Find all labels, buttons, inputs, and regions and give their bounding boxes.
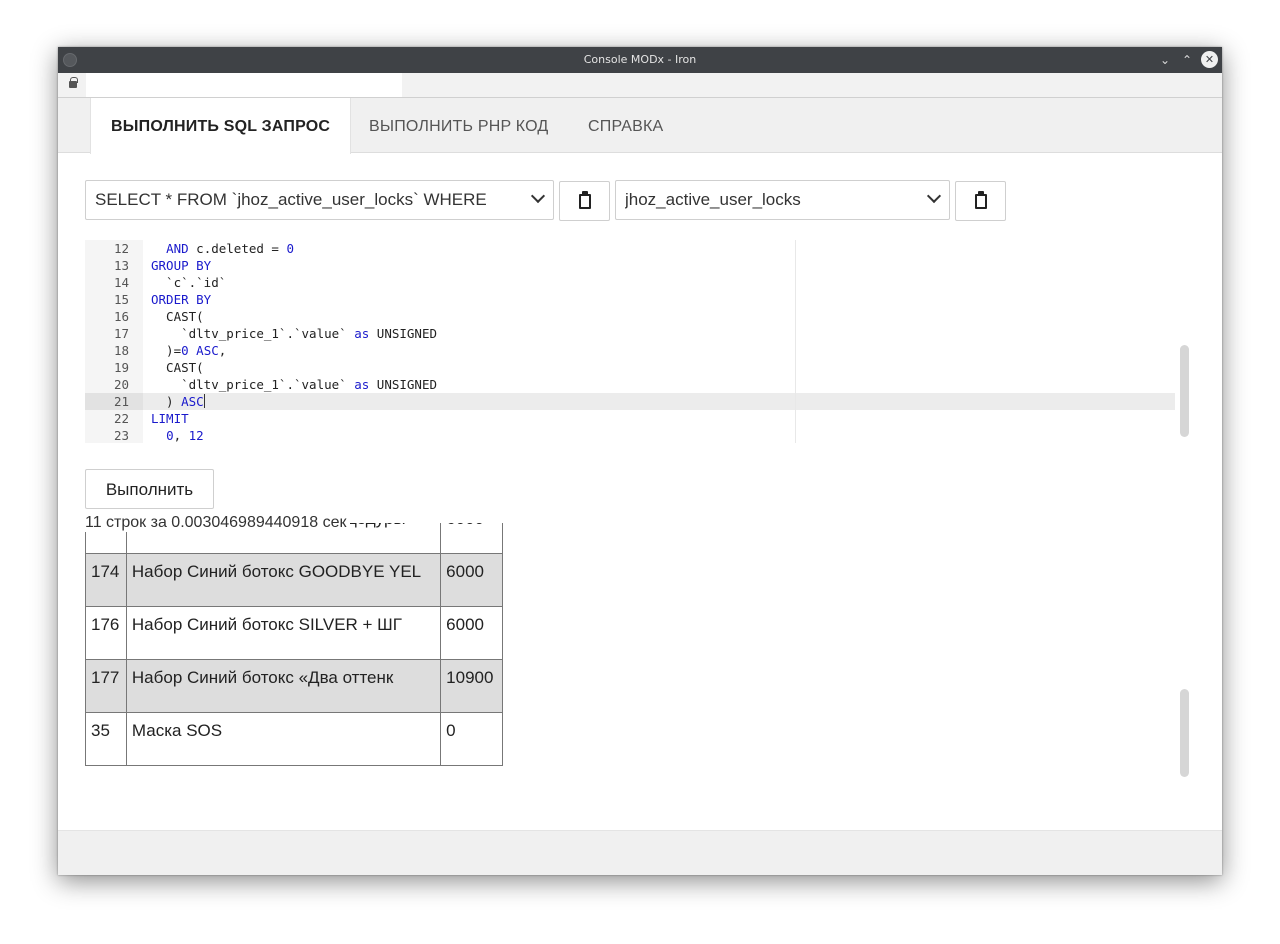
line-number: 19 [113,360,129,375]
chevron-down-icon [926,188,942,204]
code-line[interactable]: 17 `dltv_price_1`.`value` as UNSIGNED [85,325,1175,342]
cell-name: Набор Синий ботокс GOODBYE YEL [125,553,442,607]
query-history-select[interactable]: SELECT * FROM `jhoz_active_user_locks` W… [85,180,554,220]
code-text: ) ASC [151,394,205,409]
table-row: 174 Набор Синий ботокс GOODBYE YEL 6000 [85,553,503,607]
code-text: 0, 12 [166,428,204,443]
cell-id: 177 [85,659,127,713]
code-text: `dltv_price_1`.`value` as UNSIGNED [151,377,437,392]
code-text: ORDER BY [151,292,212,307]
code-line[interactable]: 18 )=0 ASC, [85,342,1175,359]
code-line[interactable]: 13 GROUP BY [85,257,1175,274]
cell-name: Набор Синий ботокс SILVER + ШГ [125,606,442,660]
execute-button[interactable]: Выполнить [85,469,214,509]
url-field[interactable] [86,73,402,97]
sql-code-editor[interactable]: 12 AND c.deleted = 0 13 GROUP BY 14 `c`.`id… [85,240,1175,443]
cell-name: Маска SOS [125,712,442,766]
maximize-icon[interactable]: ⌃ [1178,51,1196,69]
cell-price: 6000 [440,523,503,554]
code-line[interactable]: 14 `c`.`id` [85,274,1175,291]
line-number: 12 [113,241,129,256]
title-bar: Console MODx - Iron ⌄ ⌃ ✕ [58,47,1222,73]
code-text: )=0 ASC, [151,343,227,358]
table-row: 177 Набор Синий ботокс «Два оттенк 10900 [85,659,503,713]
tab-sql-query[interactable]: ВЫПОЛНИТЬ SQL ЗАПРОС [90,98,352,154]
results-table: 126Набор для проведения процедуры6000174… [85,523,503,766]
table-select-value: jhoz_active_user_locks [625,190,801,209]
clipboard-icon [975,191,987,209]
close-icon[interactable]: ✕ [1201,51,1218,68]
copy-table-button[interactable] [955,181,1006,221]
line-number: 17 [113,326,129,341]
code-text: GROUP BY [151,258,212,273]
line-number: 18 [113,343,129,358]
minimize-icon[interactable]: ⌄ [1156,51,1174,69]
page-scrollbar[interactable] [1180,689,1189,777]
footer [58,830,1222,875]
code-line[interactable]: 19 CAST( [85,359,1175,376]
code-line[interactable]: 20 `dltv_price_1`.`value` as UNSIGNED [85,376,1175,393]
code-line[interactable]: 15 ORDER BY [85,291,1175,308]
code-line[interactable]: 16 CAST( [85,308,1175,325]
code-line[interactable]: 21 ) ASC [85,393,1175,410]
line-number: 20 [113,377,129,392]
results-table-container: 126Набор для проведения процедуры6000174… [85,523,503,782]
lock-icon [69,77,78,88]
query-history-value: SELECT * FROM `jhoz_active_user_locks` W… [95,190,487,209]
line-number: 15 [113,292,129,307]
text-cursor [203,394,205,408]
query-status-text: 11 строк за 0.003046989440918 сек [85,514,351,532]
table-row: 35 Маска SOS 0 [85,712,503,766]
tab-help[interactable]: СПРАВКА [568,98,683,153]
tab-bar: ВЫПОЛНИТЬ SQL ЗАПРОС ВЫПОЛНИТЬ PHP КОД С… [58,98,1222,154]
table-row: 176 Набор Синий ботокс SILVER + ШГ 6000 [85,606,503,660]
line-number: 23 [113,428,129,443]
editor-scrollbar[interactable] [1180,345,1189,437]
code-text: CAST( [151,360,204,375]
window-title: Console MODx - Iron [583,53,697,66]
line-number: 21 [85,393,143,410]
code-line[interactable]: 23 0, 12 [85,427,1175,444]
clipboard-icon [579,191,591,209]
browser-window: Console MODx - Iron ⌄ ⌃ ✕ ВЫПОЛНИТЬ SQL … [58,47,1222,875]
cell-id: 174 [85,553,127,607]
editor-margin-ruler [795,240,796,443]
cell-name: Набор Синий ботокс «Два оттенк [125,659,442,713]
code-text: `dltv_price_1`.`value` as UNSIGNED [151,326,437,341]
code-line[interactable]: 22 LIMIT [85,410,1175,427]
code-text: CAST( [151,309,204,324]
cell-price: 6000 [440,606,503,660]
chevron-down-icon [530,188,546,204]
code-text: AND c.deleted = 0 [166,241,295,256]
code-text: LIMIT [151,411,189,426]
line-number: 14 [113,275,129,290]
table-select[interactable]: jhoz_active_user_locks [615,180,950,220]
cell-id: 176 [85,606,127,660]
code-line[interactable]: 12 AND c.deleted = 0 [85,240,1175,257]
cell-price: 10900 [440,659,503,713]
line-number: 22 [113,411,129,426]
cell-price: 0 [440,712,503,766]
tab-php-code[interactable]: ВЫПОЛНИТЬ PHP КОД [349,98,568,153]
copy-query-button[interactable] [559,181,610,221]
code-text: `c`.`id` [151,275,227,290]
address-bar [58,73,1222,98]
line-number: 13 [113,258,129,273]
cell-id: 35 [85,712,127,766]
line-number: 16 [113,309,129,324]
cell-price: 6000 [440,553,503,607]
